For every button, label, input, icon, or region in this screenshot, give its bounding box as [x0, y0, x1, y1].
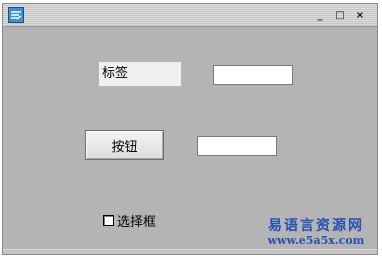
- app-icon[interactable]: [8, 7, 24, 23]
- edit-field-1[interactable]: [213, 65, 293, 85]
- maximize-button[interactable]: □: [333, 9, 347, 21]
- watermark-url: www.e5a5x.com: [267, 234, 365, 247]
- title-bar[interactable]: _ □ ×: [3, 4, 377, 27]
- checkbox-label[interactable]: 选择框: [117, 211, 156, 230]
- action-button[interactable]: 按钮: [85, 130, 164, 160]
- site-watermark: 易语言资源网 www.e5a5x.com: [254, 218, 378, 248]
- client-area: 标签 按钮 选择框: [7, 30, 373, 249]
- window-bottom-border: [3, 249, 377, 254]
- edit-field-2[interactable]: [197, 136, 277, 156]
- close-button[interactable]: ×: [353, 9, 367, 21]
- checkbox-option[interactable]: 选择框: [103, 211, 156, 230]
- minimize-button[interactable]: _: [313, 9, 327, 21]
- label-static: 标签: [99, 62, 181, 86]
- checkbox-box[interactable]: [103, 214, 114, 226]
- watermark-title: 易语言资源网: [268, 218, 364, 234]
